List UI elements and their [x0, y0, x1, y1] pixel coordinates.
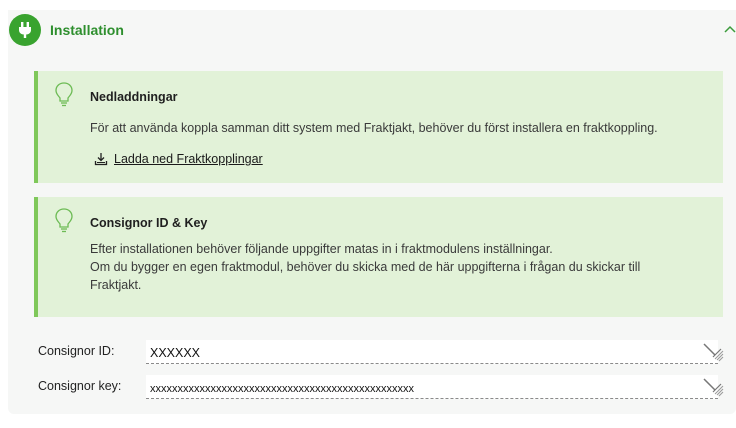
installation-panel: Installation Nedladdningar För att använ…	[8, 10, 736, 414]
consignor-info-card: Consignor ID & Key Efter installationen …	[34, 197, 723, 317]
consignor-key-input[interactable]	[150, 380, 680, 397]
download-link-label[interactable]: Ladda ned Fraktkopplingar	[114, 152, 263, 166]
edit-no-icon[interactable]	[702, 342, 724, 362]
consignor-key-field[interactable]	[146, 375, 724, 399]
chevron-up-icon[interactable]	[724, 24, 736, 34]
consignor-info-line-3: Fraktjakt.	[90, 278, 142, 292]
panel-header[interactable]: Installation	[8, 10, 736, 50]
plug-icon	[9, 14, 41, 46]
download-link[interactable]: Ladda ned Fraktkopplingar	[94, 149, 263, 169]
downloads-card: Nedladdningar För att använda koppla sam…	[34, 71, 723, 183]
consignor-id-field[interactable]	[146, 340, 724, 364]
downloads-title: Nedladdningar	[90, 90, 178, 104]
consignor-info-line-1: Efter installationen behöver följande up…	[90, 242, 553, 256]
consignor-id-input[interactable]	[150, 344, 680, 361]
consignor-info-line-2: Om du bygger en egen fraktmodul, behöver…	[90, 260, 641, 274]
downloads-text: För att använda koppla samman ditt syste…	[90, 121, 658, 135]
consignor-info-text: Efter installationen behöver följande up…	[90, 240, 710, 294]
consignor-key-label: Consignor key:	[38, 379, 122, 393]
lightbulb-icon	[55, 82, 73, 107]
section-title: Installation	[50, 22, 124, 38]
edit-no-icon[interactable]	[702, 377, 724, 397]
lightbulb-icon	[55, 208, 73, 233]
consignor-id-label: Consignor ID:	[38, 344, 115, 358]
consignor-info-title: Consignor ID & Key	[90, 216, 208, 230]
download-icon	[94, 153, 108, 166]
